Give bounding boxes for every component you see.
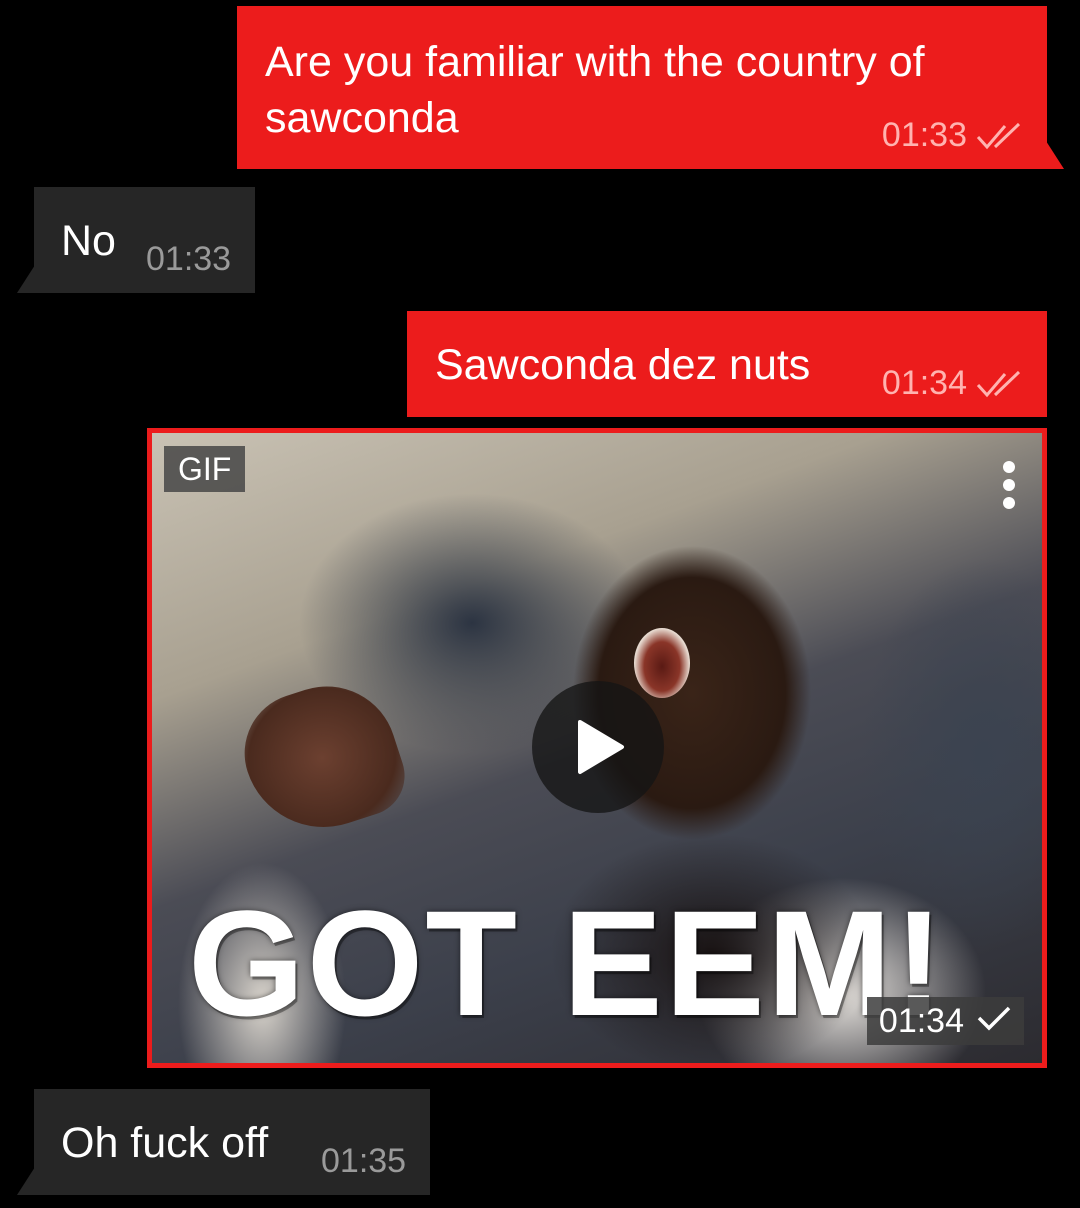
message-time: 01:34 — [878, 1002, 964, 1040]
message-meta: 01:34 — [866, 997, 1024, 1045]
gif-media[interactable]: GOT EEM! GIF 01:34 — [152, 433, 1042, 1063]
message-text: Oh fuck off — [61, 1119, 269, 1167]
message-time: 01:34 — [881, 364, 967, 402]
bubble-tail — [1046, 141, 1064, 169]
play-icon — [578, 720, 624, 774]
single-check-icon — [976, 1001, 1012, 1041]
gif-message[interactable]: GOT EEM! GIF 01:34 — [147, 428, 1047, 1068]
message-time: 01:35 — [321, 1142, 407, 1180]
message-bubble-incoming[interactable]: Oh fuck off 01:35 — [17, 1089, 430, 1195]
gif-scene-hand — [229, 668, 415, 848]
message-time: 01:33 — [146, 240, 232, 278]
bubble-tail — [17, 265, 35, 293]
gif-scene-face — [634, 628, 690, 698]
message-meta: 01:33 — [146, 240, 231, 279]
message-meta: 01:34 — [882, 364, 1025, 403]
more-vertical-icon[interactable] — [994, 461, 1024, 521]
gif-caption: GOT EEM! — [188, 879, 946, 1047]
message-meta: 01:35 — [321, 1142, 406, 1181]
message-text: No — [61, 217, 116, 265]
double-check-icon — [975, 121, 1025, 151]
message-bubble-incoming[interactable]: No 01:33 — [17, 187, 255, 293]
gif-badge: GIF — [164, 446, 246, 492]
message-meta: 01:33 — [882, 116, 1025, 155]
message-text: Sawconda dez nuts — [435, 341, 811, 389]
double-check-icon — [975, 369, 1025, 399]
bubble-tail — [17, 1167, 35, 1195]
message-bubble-outgoing[interactable]: Sawconda dez nuts 01:34 — [407, 311, 1047, 417]
message-time: 01:33 — [881, 116, 967, 154]
message-bubble-outgoing[interactable]: Are you familiar with the country of saw… — [237, 6, 1064, 169]
play-button[interactable] — [532, 681, 664, 813]
